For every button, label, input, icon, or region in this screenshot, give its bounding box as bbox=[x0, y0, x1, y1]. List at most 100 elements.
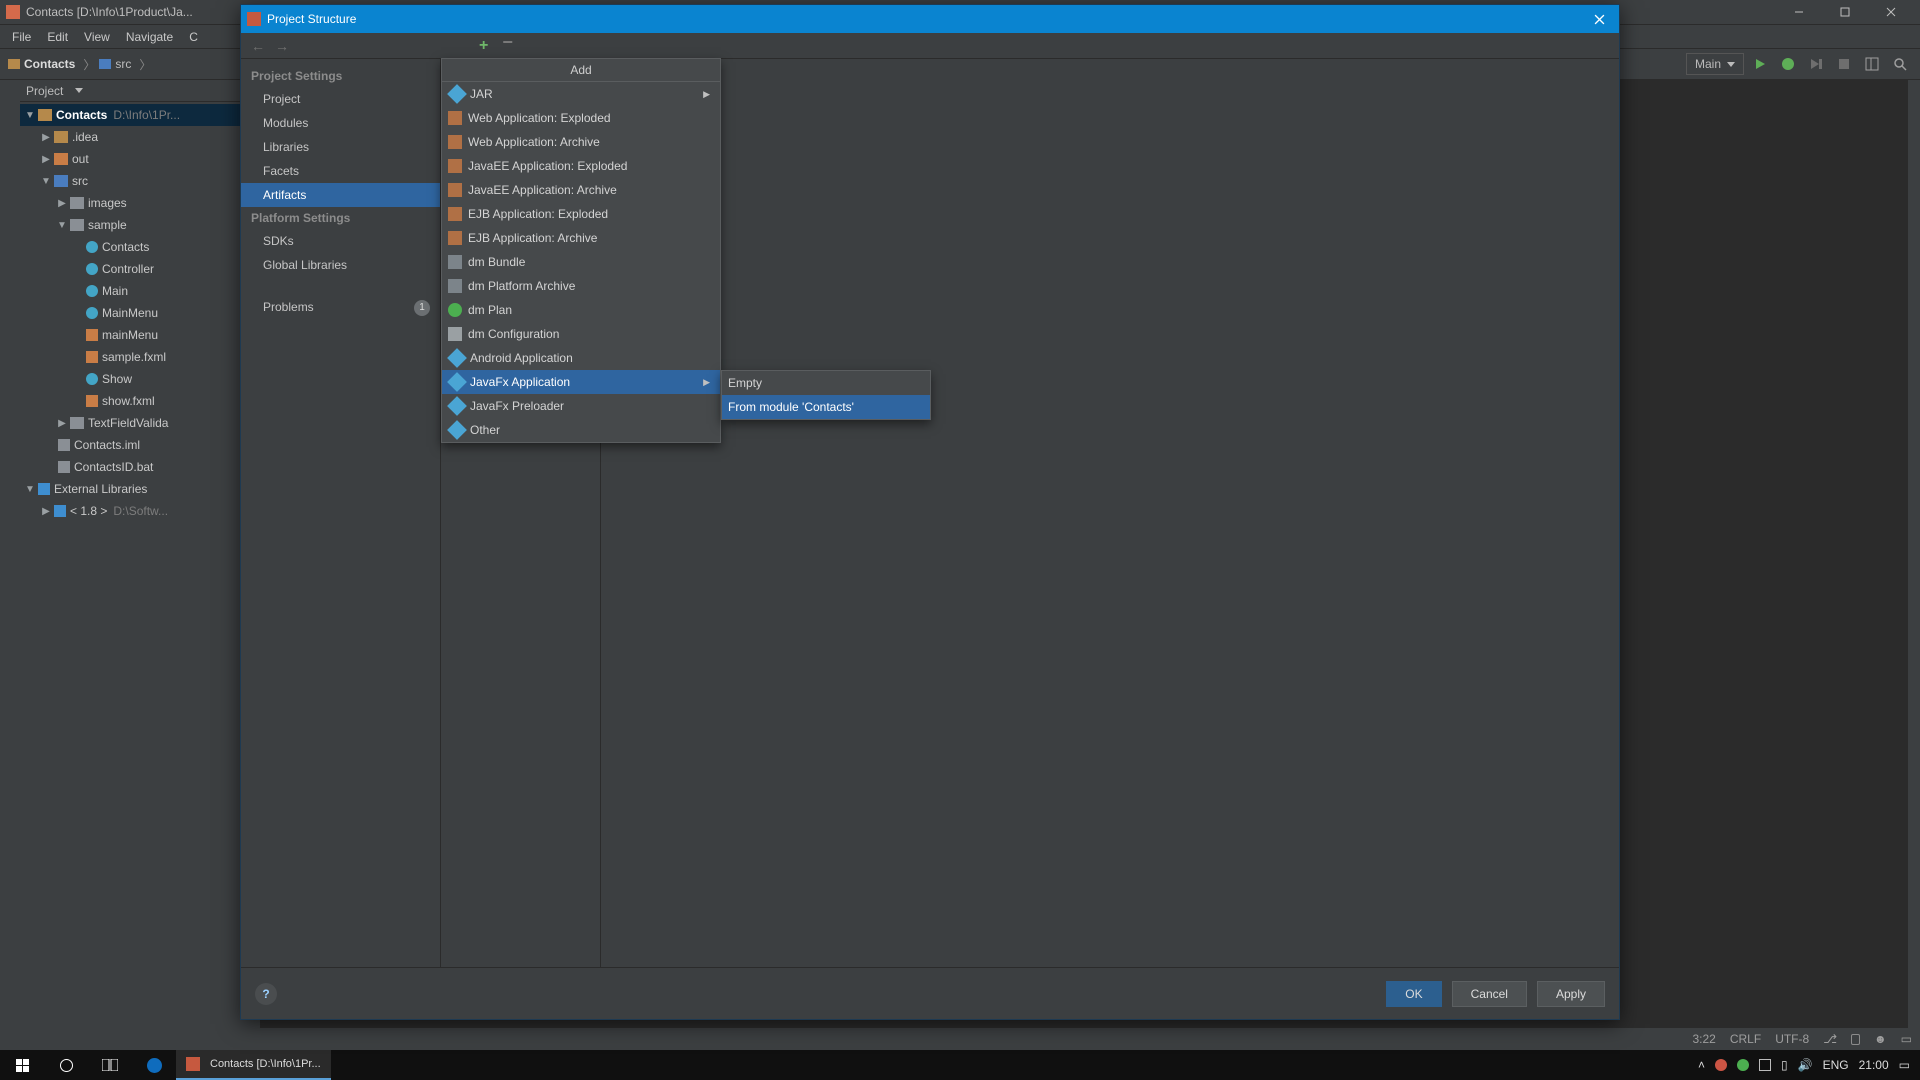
language-indicator[interactable]: ENG bbox=[1823, 1058, 1849, 1072]
menu-javafx-app[interactable]: JavaFx Application▶ bbox=[442, 370, 720, 394]
run-coverage-button[interactable] bbox=[1804, 53, 1828, 75]
tree-item[interactable]: show.fxml bbox=[20, 390, 260, 412]
layout-button[interactable] bbox=[1860, 53, 1884, 75]
sidebar-modules[interactable]: Modules bbox=[241, 111, 440, 135]
sidebar-project[interactable]: Project bbox=[241, 87, 440, 111]
search-everywhere-button[interactable] bbox=[1888, 53, 1912, 75]
memory-icon[interactable]: ▭ bbox=[1901, 1032, 1912, 1046]
sidebar-facets[interactable]: Facets bbox=[241, 159, 440, 183]
close-window-button[interactable] bbox=[1868, 0, 1914, 24]
menu-file[interactable]: File bbox=[4, 30, 39, 44]
caret-down-icon[interactable] bbox=[75, 88, 83, 93]
project-tree[interactable]: ContactsD:\Info\1Pr... .idea out src ima… bbox=[20, 102, 260, 1048]
back-button[interactable]: ← bbox=[251, 38, 265, 54]
inspection-icon[interactable]: ☻ bbox=[1874, 1032, 1887, 1046]
problems-badge: 1 bbox=[414, 300, 430, 316]
project-tool-label[interactable]: Project bbox=[26, 84, 63, 98]
add-artifact-button[interactable]: + bbox=[479, 37, 488, 55]
tree-item[interactable]: < 1.8 >D:\Softw... bbox=[20, 500, 260, 522]
caret-position[interactable]: 3:22 bbox=[1692, 1032, 1715, 1046]
menu-more[interactable]: C bbox=[181, 30, 206, 44]
dialog-sidebar: Project Settings Project Modules Librari… bbox=[241, 59, 441, 967]
battery-icon[interactable]: ▯ bbox=[1781, 1058, 1788, 1072]
right-gutter[interactable] bbox=[1908, 80, 1920, 1048]
tray-chevron-up-icon[interactable]: ˄ bbox=[1698, 1058, 1705, 1072]
run-config-dropdown[interactable]: Main bbox=[1686, 53, 1744, 75]
breadcrumb-src[interactable]: src bbox=[115, 57, 131, 71]
menu-web-archive[interactable]: Web Application: Archive bbox=[442, 130, 720, 154]
menu-jar[interactable]: JAR▶ bbox=[442, 82, 720, 106]
taskbar-intellij[interactable]: Contacts [D:\Info\1Pr... bbox=[176, 1050, 331, 1080]
dialog-titlebar[interactable]: Project Structure bbox=[241, 5, 1619, 33]
apply-button[interactable]: Apply bbox=[1537, 981, 1605, 1007]
sidebar-problems[interactable]: Problems1 bbox=[241, 295, 440, 319]
sidebar-global-libraries[interactable]: Global Libraries bbox=[241, 253, 440, 277]
taskbar-search[interactable] bbox=[44, 1050, 88, 1080]
menu-javafx-preloader[interactable]: JavaFx Preloader bbox=[442, 394, 720, 418]
sidebar-libraries[interactable]: Libraries bbox=[241, 135, 440, 159]
menu-ejb-exploded[interactable]: EJB Application: Exploded bbox=[442, 202, 720, 226]
menu-dm-config[interactable]: dm Configuration bbox=[442, 322, 720, 346]
tree-item[interactable]: Controller bbox=[20, 258, 260, 280]
encoding[interactable]: UTF-8 bbox=[1775, 1032, 1809, 1046]
menu-navigate[interactable]: Navigate bbox=[118, 30, 181, 44]
run-button[interactable] bbox=[1748, 53, 1772, 75]
menu-dm-plan[interactable]: dm Plan bbox=[442, 298, 720, 322]
taskbar-edge[interactable] bbox=[132, 1050, 176, 1080]
tray-icon[interactable] bbox=[1759, 1059, 1771, 1071]
menu-dm-bundle[interactable]: dm Bundle bbox=[442, 250, 720, 274]
tree-item[interactable]: TextFieldValida bbox=[20, 412, 260, 434]
tree-item[interactable]: .idea bbox=[20, 126, 260, 148]
tree-item[interactable]: images bbox=[20, 192, 260, 214]
task-view[interactable] bbox=[88, 1050, 132, 1080]
tree-item[interactable]: MainMenu bbox=[20, 302, 260, 324]
sidebar-sdks[interactable]: SDKs bbox=[241, 229, 440, 253]
tree-item[interactable]: mainMenu bbox=[20, 324, 260, 346]
ok-button[interactable]: OK bbox=[1386, 981, 1441, 1007]
help-button[interactable]: ? bbox=[255, 983, 277, 1005]
menu-other[interactable]: Other bbox=[442, 418, 720, 442]
tree-item[interactable]: Contacts.iml bbox=[20, 434, 260, 456]
tree-external-libraries[interactable]: External Libraries bbox=[20, 478, 260, 500]
tree-item[interactable]: sample.fxml bbox=[20, 346, 260, 368]
start-button[interactable] bbox=[0, 1050, 44, 1080]
minimize-button[interactable] bbox=[1776, 0, 1822, 24]
left-gutter[interactable] bbox=[0, 80, 20, 1048]
volume-icon[interactable]: 🔊 bbox=[1798, 1058, 1813, 1072]
menu-dm-platform[interactable]: dm Platform Archive bbox=[442, 274, 720, 298]
git-branch-icon[interactable]: ⎇ bbox=[1823, 1032, 1837, 1046]
tree-item[interactable]: sample bbox=[20, 214, 260, 236]
tray-icon[interactable] bbox=[1715, 1059, 1727, 1071]
dialog-close-button[interactable] bbox=[1585, 5, 1613, 33]
breadcrumb-project[interactable]: Contacts bbox=[24, 57, 75, 71]
submenu-from-module[interactable]: From module 'Contacts' bbox=[722, 395, 930, 419]
cancel-button[interactable]: Cancel bbox=[1452, 981, 1527, 1007]
tree-project-root[interactable]: ContactsD:\Info\1Pr... bbox=[20, 104, 260, 126]
menu-ejb-archive[interactable]: EJB Application: Archive bbox=[442, 226, 720, 250]
windows-logo-icon bbox=[16, 1059, 29, 1072]
tree-item[interactable]: Show bbox=[20, 368, 260, 390]
line-sep[interactable]: CRLF bbox=[1730, 1032, 1761, 1046]
remove-artifact-button[interactable]: − bbox=[502, 37, 513, 55]
menu-edit[interactable]: Edit bbox=[39, 30, 76, 44]
debug-button[interactable] bbox=[1776, 53, 1800, 75]
tree-item[interactable]: ContactsID.bat bbox=[20, 456, 260, 478]
tree-item[interactable]: Main bbox=[20, 280, 260, 302]
menu-jee-archive[interactable]: JavaEE Application: Archive bbox=[442, 178, 720, 202]
clock[interactable]: 21:00 bbox=[1859, 1058, 1889, 1072]
sidebar-artifacts[interactable]: Artifacts bbox=[241, 183, 440, 207]
tree-item[interactable]: Contacts bbox=[20, 236, 260, 258]
lock-icon[interactable] bbox=[1851, 1034, 1860, 1045]
forward-button[interactable]: → bbox=[275, 38, 289, 54]
menu-web-exploded[interactable]: Web Application: Exploded bbox=[442, 106, 720, 130]
stop-button[interactable] bbox=[1832, 53, 1856, 75]
tree-item[interactable]: src bbox=[20, 170, 260, 192]
maximize-button[interactable] bbox=[1822, 0, 1868, 24]
menu-jee-exploded[interactable]: JavaEE Application: Exploded bbox=[442, 154, 720, 178]
submenu-empty[interactable]: Empty bbox=[722, 371, 930, 395]
tray-icon[interactable] bbox=[1737, 1059, 1749, 1071]
action-center-icon[interactable]: ▭ bbox=[1899, 1058, 1910, 1072]
menu-view[interactable]: View bbox=[76, 30, 118, 44]
menu-android[interactable]: Android Application bbox=[442, 346, 720, 370]
tree-item[interactable]: out bbox=[20, 148, 260, 170]
